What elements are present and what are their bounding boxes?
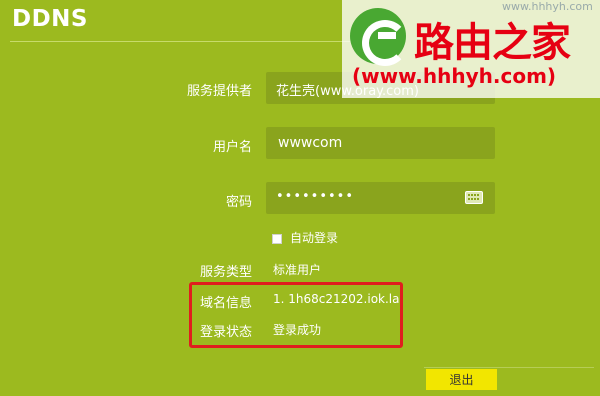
watermark: www.hhhyh.com 路由之家 (www.hhhyh.com): [342, 0, 600, 98]
auto-login-label: 自动登录: [290, 231, 339, 245]
username-input[interactable]: [266, 127, 495, 159]
logout-button[interactable]: 退出: [426, 369, 497, 390]
provider-label: 服务提供者: [186, 84, 252, 99]
brand-logo-icon: [350, 8, 408, 66]
auto-login-row[interactable]: 自动登录: [272, 229, 338, 246]
title-divider: [10, 41, 370, 42]
username-field[interactable]: [266, 127, 495, 159]
service-type-value: 标准用户: [273, 263, 322, 277]
service-type-label: 服务类型: [199, 265, 252, 280]
username-label: 用户名: [212, 140, 252, 155]
keyboard-icon[interactable]: [465, 191, 483, 204]
footer-divider: [424, 367, 594, 368]
watermark-brand: 路由之家: [414, 20, 571, 66]
page-title: DDNS: [12, 6, 88, 32]
highlight-box: [189, 282, 403, 348]
password-value: •••••••••: [276, 189, 355, 204]
auto-login-checkbox[interactable]: [272, 233, 282, 244]
password-field[interactable]: •••••••••: [266, 182, 495, 214]
password-label: 密码: [225, 195, 252, 210]
watermark-url: (www.hhhyh.com): [352, 64, 557, 88]
